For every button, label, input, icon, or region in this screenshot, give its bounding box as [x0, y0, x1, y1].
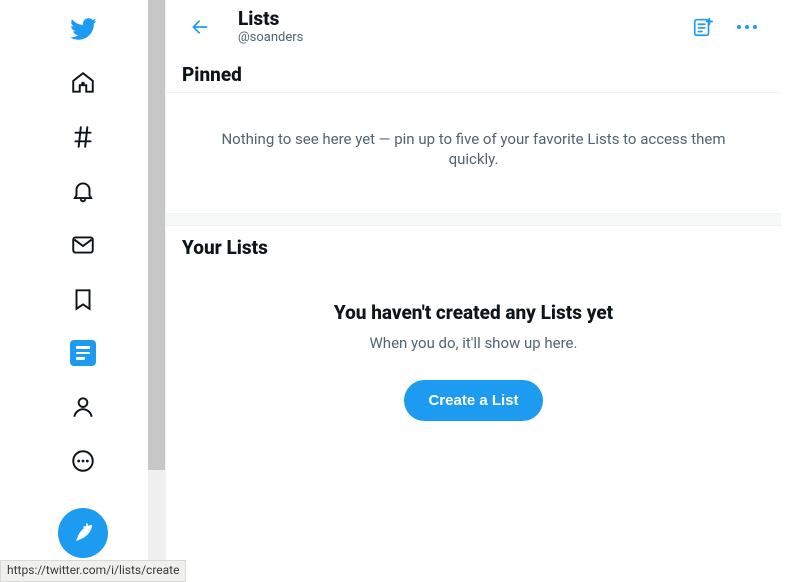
ellipsis-icon — [737, 25, 757, 29]
section-divider — [166, 214, 781, 226]
your-lists-heading: Your Lists — [166, 226, 781, 265]
create-list-button[interactable]: Create a List — [404, 380, 542, 421]
your-lists-empty: You haven't created any Lists yet When y… — [166, 265, 781, 457]
nav-explore[interactable] — [58, 112, 108, 162]
nav-notifications[interactable] — [58, 166, 108, 216]
nav-home[interactable] — [58, 58, 108, 108]
left-nav — [0, 0, 165, 582]
twitter-bird-icon — [69, 15, 97, 43]
page-subtitle: @soanders — [238, 30, 685, 45]
nav-more[interactable] — [58, 436, 108, 486]
bookmark-icon — [70, 286, 96, 312]
browser-status-bar: https://twitter.com/i/lists/create — [0, 560, 186, 582]
main-column: Lists @soanders Pinned Nothing to see he… — [165, 0, 781, 582]
more-options-button[interactable] — [729, 9, 765, 45]
arrow-left-icon — [190, 17, 210, 37]
empty-lists-title: You haven't created any Lists yet — [198, 301, 749, 324]
empty-lists-subtitle: When you do, it'll show up here. — [198, 334, 749, 352]
compose-tweet-button[interactable] — [58, 508, 108, 558]
lists-icon — [76, 346, 90, 360]
envelope-icon — [70, 232, 96, 258]
twitter-logo[interactable] — [58, 4, 108, 54]
page-title: Lists — [238, 8, 685, 30]
compose-feather-icon — [71, 521, 95, 545]
bell-icon — [70, 178, 96, 204]
new-list-button[interactable] — [685, 9, 721, 45]
pinned-empty-text: Nothing to see here yet — pin up to five… — [166, 93, 781, 214]
pinned-heading: Pinned — [166, 53, 781, 93]
nav-bookmarks[interactable] — [58, 274, 108, 324]
nav-profile[interactable] — [58, 382, 108, 432]
hash-icon — [70, 124, 96, 150]
profile-icon — [70, 394, 96, 420]
nav-messages[interactable] — [58, 220, 108, 270]
nav-scrollbar[interactable] — [148, 0, 165, 582]
page-header: Lists @soanders — [166, 0, 781, 53]
back-button[interactable] — [182, 9, 218, 45]
more-circle-icon — [70, 448, 96, 474]
home-icon — [70, 70, 96, 96]
nav-lists[interactable] — [70, 340, 96, 366]
new-list-icon — [692, 16, 714, 38]
nav-scrollbar-thumb[interactable] — [148, 0, 165, 470]
